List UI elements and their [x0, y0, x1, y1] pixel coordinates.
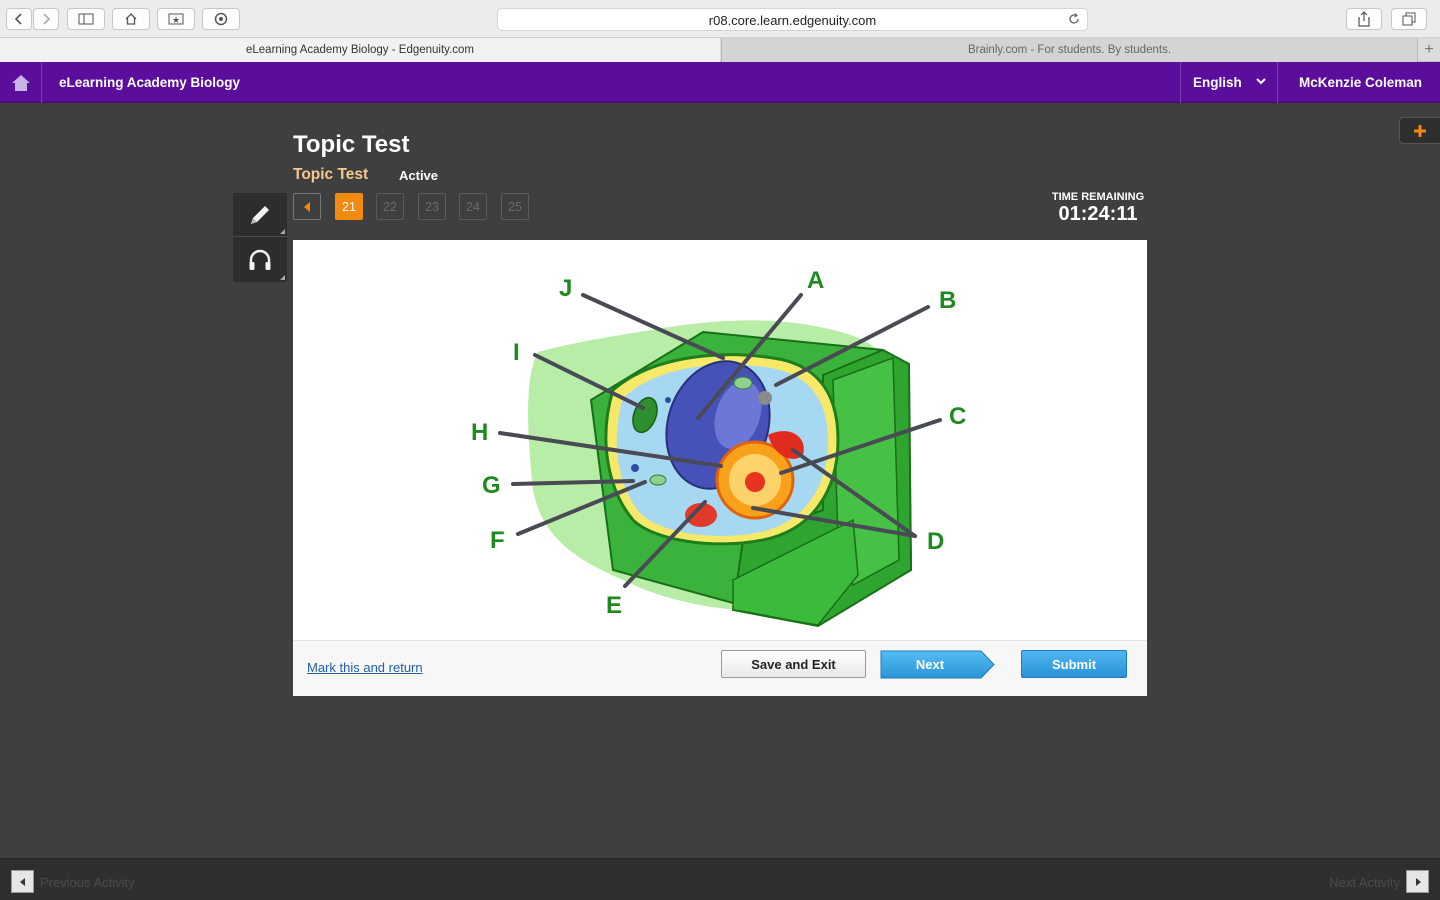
label-e: E	[606, 592, 622, 619]
tool-panel	[233, 193, 287, 282]
activity-subtitle: Topic Test	[293, 166, 369, 183]
caret-left-icon	[19, 877, 25, 886]
question-footer: Mark this and return Save and Exit Next …	[293, 640, 1147, 696]
next-button[interactable]: Next	[880, 650, 996, 679]
pencil-tool-button[interactable]	[233, 193, 287, 237]
tool-corner-indicator	[280, 229, 285, 234]
bookmarks-button[interactable]: ★	[157, 8, 195, 30]
tool-corner-indicator	[280, 275, 285, 280]
browser-tab-bar: eLearning Academy Biology - Edgenuity.co…	[0, 38, 1440, 62]
new-tab-button[interactable]: +	[1417, 38, 1440, 62]
label-i: I	[513, 339, 520, 366]
back-arrow-icon	[14, 13, 22, 25]
svg-text:★: ★	[172, 16, 180, 25]
chloroplast-small	[733, 376, 753, 390]
home-nav-button[interactable]	[112, 8, 150, 30]
address-bar[interactable]: r08.core.learn.edgenuity.com	[497, 8, 1088, 31]
extension-button[interactable]	[202, 8, 240, 30]
label-j: J	[559, 275, 572, 302]
extension-icon	[214, 12, 228, 26]
plant-cell-diagram: A B C D E F G H I J	[471, 267, 966, 628]
question-23-button[interactable]: 23	[418, 193, 446, 220]
browser-toolbar: ★ r08.core.learn.edgenuity.com	[0, 0, 1440, 38]
label-h: H	[471, 419, 488, 446]
vacuole-core	[745, 472, 765, 492]
audio-tool-button[interactable]	[233, 238, 287, 282]
activity-navigation-bar: Previous Activity Next Activity	[0, 858, 1440, 900]
label-c: C	[949, 403, 966, 430]
tabs-icon	[1402, 12, 1416, 26]
label-a: A	[807, 267, 824, 294]
expand-tools-button[interactable]	[1399, 117, 1440, 144]
forward-arrow-icon	[43, 13, 51, 25]
headphones-icon	[249, 249, 271, 270]
activity-status: Active	[399, 168, 439, 183]
label-f: F	[490, 527, 505, 554]
label-b: B	[939, 287, 956, 314]
save-and-exit-button[interactable]: Save and Exit	[721, 650, 866, 678]
previous-question-button[interactable]	[293, 193, 321, 220]
caret-right-icon	[1415, 877, 1421, 886]
sidebar-icon	[78, 13, 94, 25]
share-button[interactable]	[1346, 8, 1382, 30]
question-22-button[interactable]: 22	[376, 193, 404, 220]
question-25-button[interactable]: 25	[501, 193, 529, 220]
mark-and-return-link[interactable]: Mark this and return	[307, 660, 423, 675]
next-activity-label: Next Activity	[1329, 875, 1400, 890]
ribosome	[631, 464, 639, 472]
next-label: Next	[915, 657, 945, 672]
previous-activity-label: Previous Activity	[40, 875, 135, 890]
back-button[interactable]	[6, 8, 32, 30]
forward-button[interactable]	[33, 8, 59, 30]
chevron-down-icon	[1256, 78, 1266, 85]
time-remaining-label: TIME REMAINING	[1051, 191, 1145, 203]
pencil-icon	[251, 205, 269, 224]
home-icon	[11, 74, 30, 91]
plus-icon	[1414, 124, 1426, 137]
tab-edgenuity[interactable]: eLearning Academy Biology - Edgenuity.co…	[0, 38, 720, 62]
next-activity-button[interactable]	[1406, 870, 1429, 893]
question-24-button[interactable]: 24	[459, 193, 487, 220]
caret-left-icon	[304, 201, 310, 212]
sidebar-button[interactable]	[67, 8, 105, 30]
vesicle	[758, 391, 772, 405]
page-title: Topic Test	[293, 131, 410, 158]
tabs-overview-button[interactable]	[1391, 8, 1427, 30]
submit-button[interactable]: Submit	[1021, 650, 1127, 678]
language-label: English	[1193, 75, 1242, 90]
language-select[interactable]: English	[1180, 62, 1278, 103]
house-icon	[125, 13, 137, 25]
label-g: G	[482, 472, 501, 499]
ribosome-2	[665, 397, 671, 403]
time-remaining-value: 01:24:11	[1058, 203, 1138, 225]
chloroplast-small-2	[649, 474, 667, 486]
question-card: A B C D E F G H I J Mark this and return…	[293, 240, 1147, 696]
url-text: r08.core.learn.edgenuity.com	[708, 13, 877, 28]
star-icon: ★	[168, 13, 184, 25]
user-name[interactable]: McKenzie Coleman	[1299, 75, 1422, 90]
tab-brainly[interactable]: Brainly.com - For students. By students.	[721, 38, 1417, 62]
previous-activity-button[interactable]	[11, 870, 34, 893]
label-d: D	[927, 528, 944, 555]
course-title: eLearning Academy Biology	[59, 75, 241, 90]
home-button[interactable]	[0, 62, 42, 103]
question-21-button[interactable]: 21	[335, 193, 363, 220]
reload-icon[interactable]	[1067, 12, 1081, 26]
share-icon	[1358, 11, 1370, 27]
app-header: eLearning Academy Biology English McKenz…	[0, 62, 1440, 103]
